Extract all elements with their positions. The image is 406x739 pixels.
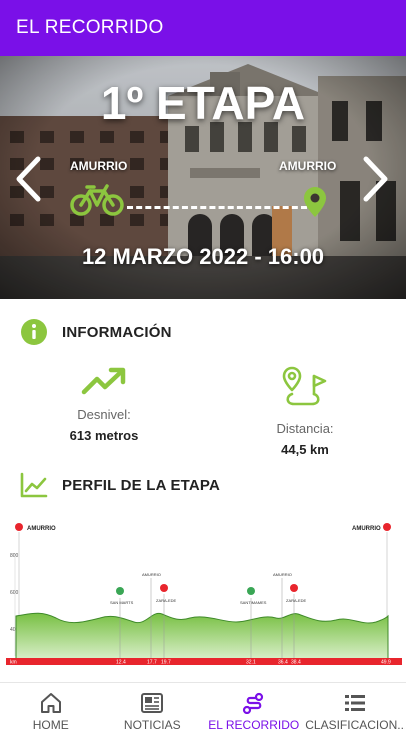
newspaper-icon [141, 693, 164, 713]
waypoint-label: SANTIMAMES [240, 600, 267, 605]
distancia-value: 44,5 km [281, 442, 329, 457]
start-place: AMURRIO [70, 159, 128, 173]
waypoint-label: AMURRIO [142, 572, 161, 577]
nav-noticias-label: NOTICIAS [123, 718, 181, 732]
nav-el-recorrido-label: EL RECORRIDO [208, 718, 300, 732]
nav-clasificacion-label: CLASIFICACION... [305, 718, 406, 732]
nav-el-recorrido[interactable]: EL RECORRIDO [203, 683, 305, 739]
app-bar: EL RECORRIDO [0, 0, 406, 56]
nav-home[interactable]: HOME [0, 683, 102, 739]
profile-start-label: AMURRIO [27, 526, 56, 532]
chart-line-icon [20, 472, 48, 498]
end-marker-icon [383, 523, 391, 531]
bottom-navigation: HOME NOTICIAS EL RECORRIDO CLASIFICACION… [0, 682, 406, 739]
km-mark: 32.1 [246, 660, 256, 666]
location-pin-icon [304, 187, 326, 217]
nav-noticias[interactable]: NOTICIAS [102, 683, 204, 739]
stage-hero: 1º ETAPA AMURRIO AMURRIO 12 MARZO 2022 -… [0, 56, 406, 299]
climb-marker-icon [160, 584, 168, 592]
desnivel-label: Desnivel: [77, 407, 131, 422]
km-mark: 17.7 [147, 660, 157, 666]
info-heading: INFORMACIÓN [62, 323, 172, 341]
sprint-marker-icon [116, 587, 124, 595]
distancia-stat: Distancia: 44,5 km [235, 366, 375, 457]
y-tick-label: 600 [10, 590, 19, 596]
stage-title: 1º ETAPA [100, 77, 306, 129]
previous-stage-arrow-icon[interactable] [14, 156, 42, 202]
waypoint-label: AMURRIO [273, 572, 292, 577]
list-icon [345, 695, 366, 711]
y-tick-label: 800 [10, 553, 19, 559]
profile-heading: PERFIL DE LA ETAPA [62, 476, 221, 494]
waypoint-label: ZARA-EDE [286, 598, 307, 603]
distancia-label: Distancia: [276, 421, 334, 436]
info-section-header: INFORMACIÓN [20, 318, 172, 346]
elevation-area [15, 612, 389, 660]
route-icon [242, 692, 263, 714]
home-icon [40, 693, 61, 713]
km-mark: 19.7 [161, 660, 171, 666]
stage-elevation-profile: AMURRIO AMURRIO 800 600 400 SAN MARTS AM… [6, 523, 402, 666]
nav-clasificacion[interactable]: CLASIFICACION... [305, 683, 406, 739]
km-mark: 36.4 [278, 660, 288, 666]
desnivel-value: 613 metros [69, 428, 139, 443]
nav-home-label: HOME [32, 718, 69, 732]
start-marker-icon [15, 523, 23, 531]
climb-marker-icon [290, 584, 298, 592]
bicycle-icon [70, 184, 124, 216]
profile-end-label: AMURRIO [352, 526, 381, 532]
sprint-marker-icon [247, 587, 255, 595]
route-distance-icon [282, 366, 327, 406]
km-bar [6, 658, 402, 665]
route-dashed-line [127, 206, 307, 209]
waypoint-label: ZARA-EDE [156, 598, 177, 603]
next-stage-arrow-icon[interactable] [362, 156, 390, 202]
profile-section-header: PERFIL DE LA ETAPA [20, 472, 220, 498]
end-place: AMURRIO [279, 159, 337, 173]
km-mark: 49.9 [381, 660, 391, 666]
desnivel-stat: Desnivel: 613 metros [34, 366, 174, 443]
info-icon [21, 319, 47, 345]
waypoint-label: SAN MARTS [110, 600, 134, 605]
app-bar-title: EL RECORRIDO [16, 17, 164, 38]
km-label: km [10, 660, 17, 666]
km-mark: 12.4 [116, 660, 126, 666]
stage-date: 12 MARZO 2022 - 16:00 [81, 244, 325, 269]
trending-up-icon [81, 367, 126, 395]
km-mark: 38.4 [291, 660, 301, 666]
